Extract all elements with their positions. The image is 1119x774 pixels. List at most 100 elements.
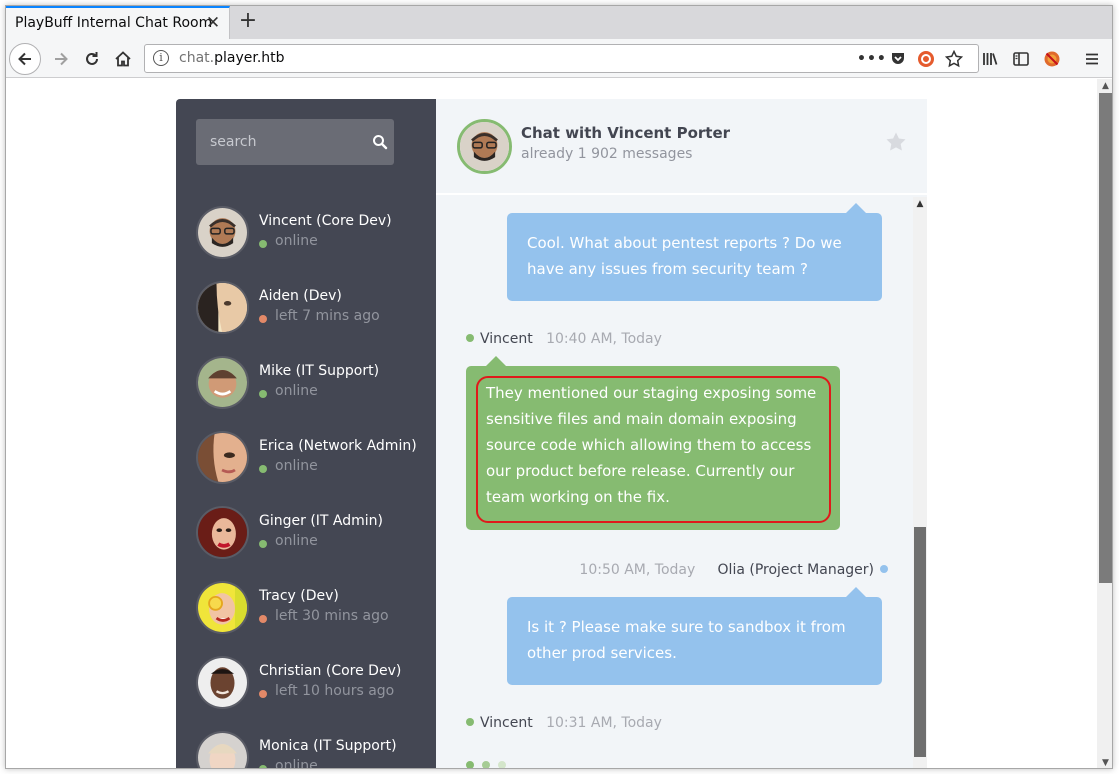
- people-list: Vincent (Core Dev) online Aiden (Dev) le…: [176, 99, 436, 768]
- sidebar-toggle-icon[interactable]: [1008, 46, 1034, 72]
- search-input[interactable]: [196, 119, 361, 165]
- close-tab-icon[interactable]: ✕: [203, 13, 223, 33]
- contact-status: left 10 hours ago: [259, 683, 394, 699]
- tab-strip: PlayBuff Internal Chat Room ✕ +: [6, 6, 1112, 39]
- contact-item[interactable]: Tracy (Dev) left 30 mins ago: [196, 581, 416, 635]
- contact-name: Vincent (Core Dev): [259, 213, 392, 229]
- avatar: [196, 431, 249, 484]
- contact-status: online: [259, 758, 318, 768]
- url-text[interactable]: chat.player.htb: [179, 50, 285, 66]
- back-arrow-icon[interactable]: [9, 43, 41, 75]
- sender-name: Olia (Project Manager): [717, 562, 874, 578]
- message-time: 10:50 AM, Today: [579, 562, 696, 578]
- pocket-icon[interactable]: [887, 48, 909, 70]
- message-text: They mentioned our staging exposing some…: [486, 384, 817, 506]
- page-actions-icon[interactable]: •••: [857, 48, 886, 70]
- scroll-up-arrow-icon[interactable]: ▲: [913, 197, 927, 211]
- site-info-icon[interactable]: i: [153, 50, 169, 66]
- contact-name: Christian (Core Dev): [259, 663, 402, 679]
- contact-item[interactable]: Aiden (Dev) left 7 mins ago: [196, 281, 416, 335]
- offline-status-dot: [259, 315, 267, 323]
- message-bubble: Is it ? Please make sure to sandbox it f…: [507, 587, 882, 685]
- message-time: 10:40 AM, Today: [546, 331, 662, 347]
- scroll-up-arrow-icon[interactable]: ▲: [1097, 79, 1112, 93]
- chat-panel: Chat with Vincent Porter already 1 902 m…: [436, 99, 927, 768]
- contact-name: Monica (IT Support): [259, 738, 397, 754]
- browser-tab[interactable]: PlayBuff Internal Chat Room ✕: [6, 6, 230, 39]
- message-meta: Vincent 10:40 AM, Today: [466, 331, 662, 347]
- online-status-dot: [259, 465, 267, 473]
- message-bubble: Cool. What about pentest reports ? Do we…: [507, 203, 882, 301]
- contact-status: left 7 mins ago: [259, 308, 380, 324]
- avatar: [196, 731, 249, 768]
- extension-icon[interactable]: [1039, 46, 1065, 72]
- contact-item[interactable]: Vincent (Core Dev) online: [196, 206, 416, 260]
- offline-status-dot: [259, 690, 267, 698]
- avatar: [457, 119, 512, 174]
- home-icon[interactable]: [110, 46, 136, 72]
- online-status-dot: [259, 765, 267, 768]
- contact-name: Tracy (Dev): [259, 588, 339, 604]
- contact-status: online: [259, 233, 318, 249]
- scroll-down-arrow-icon[interactable]: ▼: [913, 765, 927, 768]
- contact-status: online: [259, 533, 318, 549]
- contact-item[interactable]: Mike (IT Support) online: [196, 356, 416, 410]
- scrollbar-thumb[interactable]: [914, 527, 926, 757]
- message-bubble: They mentioned our staging exposing some…: [466, 356, 840, 530]
- online-status-dot: [880, 565, 888, 573]
- offline-status-dot: [259, 615, 267, 623]
- contact-name: Erica (Network Admin): [259, 438, 417, 454]
- chat-app: Vincent (Core Dev) online Aiden (Dev) le…: [176, 99, 927, 768]
- navigation-bar: i chat.player.htb •••: [6, 39, 1112, 78]
- contact-item[interactable]: Monica (IT Support) online: [196, 731, 416, 768]
- online-status-dot: [466, 334, 474, 342]
- chat-scrollbar[interactable]: ▲ ▼: [913, 197, 927, 768]
- message-count: already 1 902 messages: [521, 146, 693, 162]
- avatar: [196, 281, 249, 334]
- ublock-icon[interactable]: [915, 48, 937, 70]
- message-time: 10:31 AM, Today: [546, 715, 662, 731]
- reload-icon[interactable]: [79, 46, 105, 72]
- typing-indicator: [466, 754, 514, 768]
- avatar: [196, 506, 249, 559]
- avatar: [196, 581, 249, 634]
- library-icon[interactable]: [977, 46, 1003, 72]
- contact-status: online: [259, 458, 318, 474]
- contact-name: Ginger (IT Admin): [259, 513, 383, 529]
- contact-name: Aiden (Dev): [259, 288, 342, 304]
- contact-item[interactable]: Christian (Core Dev) left 10 hours ago: [196, 656, 416, 710]
- chat-history: Cool. What about pentest reports ? Do we…: [436, 197, 927, 768]
- online-status-dot: [466, 718, 474, 726]
- forward-arrow-icon[interactable]: [48, 46, 74, 72]
- sender-name: Vincent: [480, 331, 533, 347]
- url-bar[interactable]: i chat.player.htb •••: [144, 44, 979, 73]
- page-viewport: Vincent (Core Dev) online Aiden (Dev) le…: [6, 79, 1097, 768]
- browser-window: PlayBuff Internal Chat Room ✕ + i chat.p…: [5, 5, 1113, 769]
- avatar: [196, 356, 249, 409]
- message-meta: Vincent 10:31 AM, Today: [466, 715, 662, 731]
- star-icon[interactable]: [885, 131, 907, 153]
- sender-name: Vincent: [480, 715, 533, 731]
- online-status-dot: [259, 540, 267, 548]
- menu-icon[interactable]: [1079, 46, 1105, 72]
- avatar: [196, 656, 249, 709]
- search-box: [196, 119, 394, 165]
- scrollbar-thumb[interactable]: [1099, 93, 1112, 583]
- search-icon[interactable]: [372, 134, 388, 150]
- message-meta: 10:50 AM, Today Olia (Project Manager): [579, 562, 888, 578]
- new-tab-icon[interactable]: +: [236, 10, 260, 34]
- online-status-dot: [259, 240, 267, 248]
- contact-status: online: [259, 383, 318, 399]
- chat-header: Chat with Vincent Porter already 1 902 m…: [436, 99, 927, 195]
- contact-status: left 30 mins ago: [259, 608, 389, 624]
- contact-item[interactable]: Ginger (IT Admin) online: [196, 506, 416, 560]
- tab-title: PlayBuff Internal Chat Room: [15, 15, 213, 31]
- bookmark-star-icon[interactable]: [943, 48, 965, 70]
- page-scrollbar[interactable]: ▲ ▼: [1097, 79, 1112, 768]
- contact-name: Mike (IT Support): [259, 363, 380, 379]
- avatar: [196, 206, 249, 259]
- online-status-dot: [259, 390, 267, 398]
- contact-item[interactable]: Erica (Network Admin) online: [196, 431, 417, 485]
- chat-title: Chat with Vincent Porter: [521, 124, 731, 142]
- scroll-down-arrow-icon[interactable]: ▼: [1097, 756, 1112, 768]
